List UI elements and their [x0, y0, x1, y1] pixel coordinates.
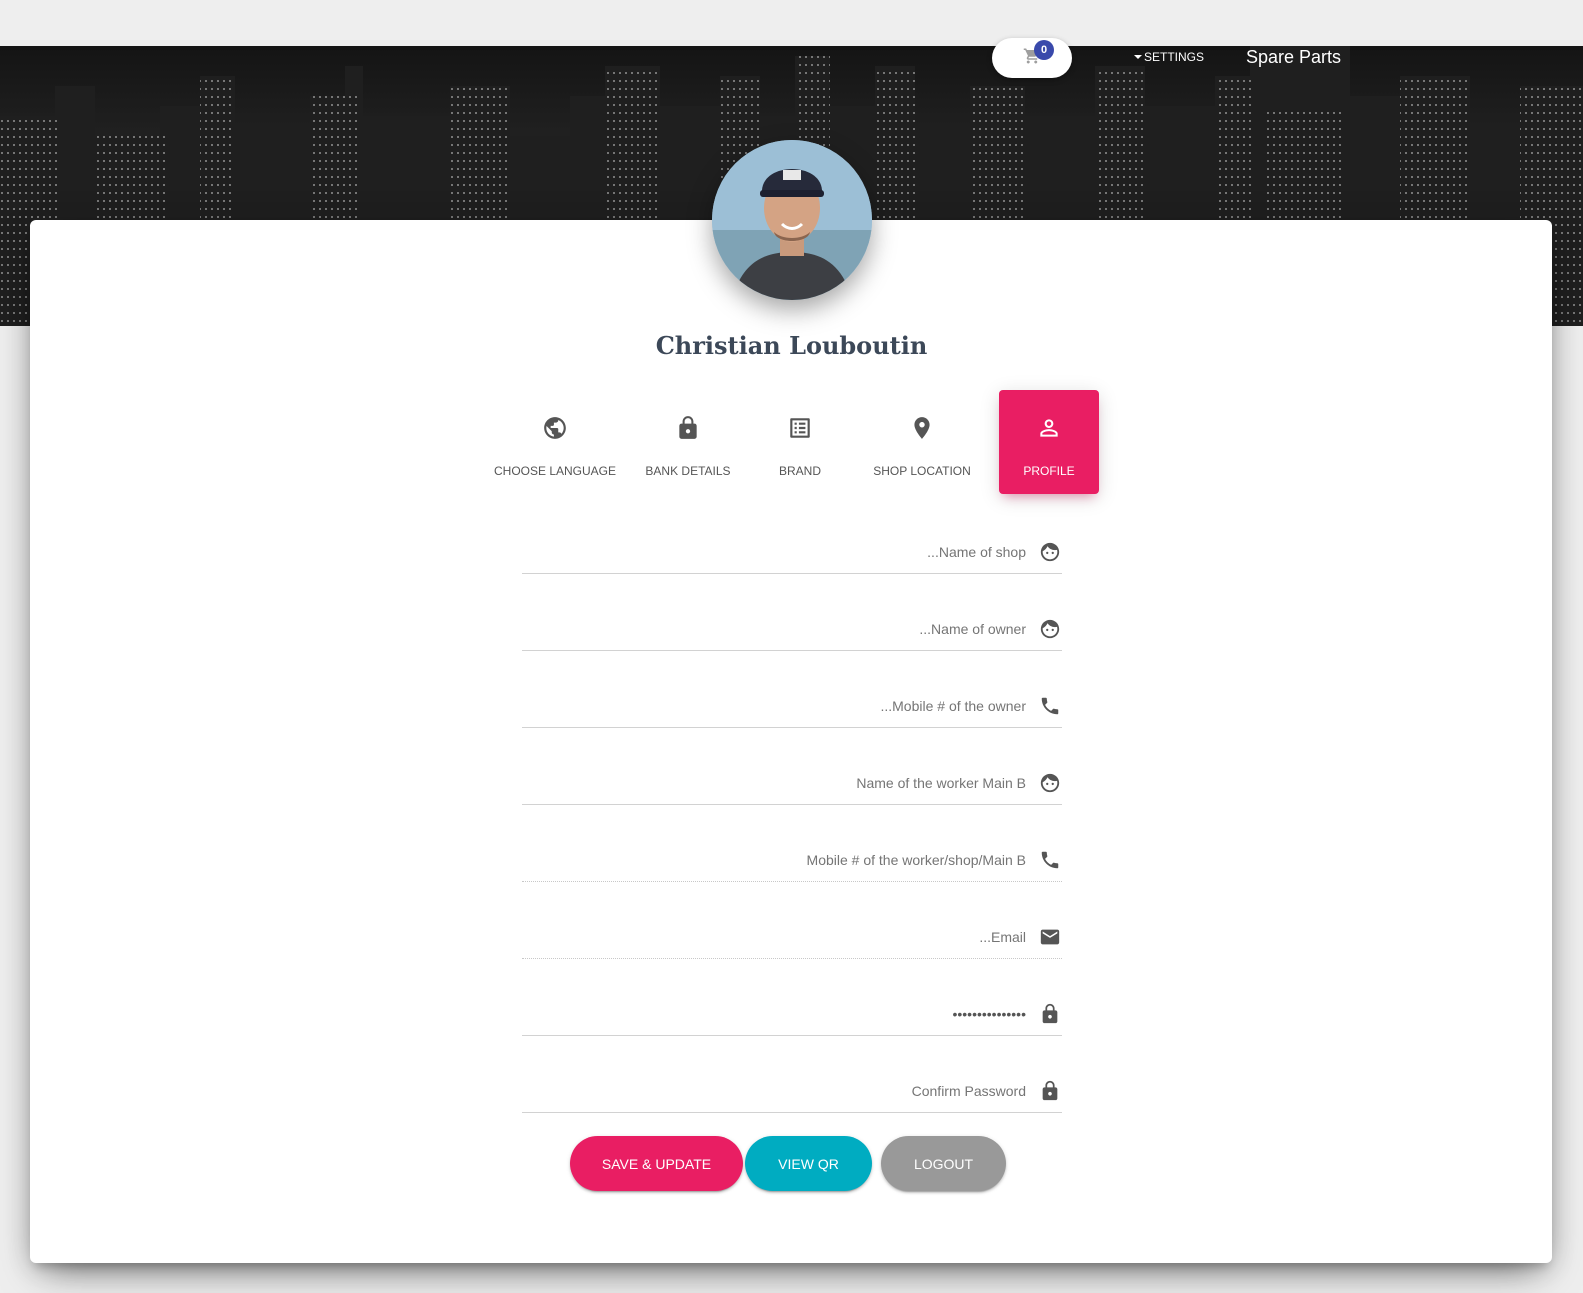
tab-label: BRAND [778, 464, 821, 478]
lock-icon [1038, 1002, 1062, 1026]
cart-button[interactable]: 0 [992, 38, 1072, 78]
save-update-button[interactable]: SAVE & UPDATE [570, 1136, 743, 1191]
globe-icon [539, 412, 571, 444]
tab-label: SHOP LOCATION [873, 464, 971, 478]
logout-button[interactable]: LOGOUT [881, 1136, 1006, 1191]
email-icon [1038, 925, 1062, 949]
tab-brand[interactable]: BRAND [765, 390, 835, 494]
email-field [522, 915, 1062, 959]
person-icon [1033, 412, 1065, 444]
lock-icon [1038, 1079, 1062, 1103]
tab-label: BANK DETAILS [645, 464, 731, 478]
settings-menu[interactable]: SETTINGS [1134, 50, 1204, 64]
owner-name-input[interactable] [586, 620, 1026, 637]
caret-down-icon [1134, 55, 1142, 59]
settings-label: SETTINGS [1144, 50, 1205, 64]
view-qr-button[interactable]: VIEW QR [745, 1136, 872, 1191]
tab-shop-location[interactable]: SHOP LOCATION [866, 390, 978, 494]
lock-icon [672, 412, 704, 444]
email-input[interactable] [586, 928, 1026, 945]
brand-link[interactable]: Spare Parts [1246, 47, 1341, 68]
worker-name-input[interactable] [586, 774, 1026, 791]
cart-count-badge: 0 [1034, 40, 1054, 60]
face-icon [1038, 771, 1062, 795]
profile-name: Christian Louboutin [655, 331, 928, 360]
shop-name-input[interactable] [586, 543, 1026, 560]
top-navbar: 0 SETTINGS Spare Parts [0, 38, 1583, 78]
tab-choose-language[interactable]: CHOOSE LANGUAGE [492, 390, 618, 494]
owner-mobile-field [522, 684, 1062, 728]
worker-mobile-field [522, 838, 1062, 882]
tab-label: PROFILE [1023, 464, 1075, 478]
password-input[interactable]: ••••••••••••••• [586, 1006, 1026, 1022]
phone-icon [1038, 694, 1062, 718]
tab-profile[interactable]: PROFILE [999, 390, 1099, 494]
confirm-password-field [522, 1069, 1062, 1113]
owner-name-field [522, 607, 1062, 651]
password-field: ••••••••••••••• [522, 992, 1062, 1036]
tab-bank-details[interactable]: BANK DETAILS [633, 390, 743, 494]
location-pin-icon [906, 412, 938, 444]
owner-mobile-input[interactable] [586, 697, 1026, 714]
confirm-password-input[interactable] [586, 1082, 1026, 1099]
face-icon [1038, 617, 1062, 641]
avatar [712, 140, 872, 300]
face-icon [1038, 540, 1062, 564]
tab-label: CHOOSE LANGUAGE [493, 464, 617, 478]
list-icon [784, 412, 816, 444]
worker-mobile-input[interactable] [586, 851, 1026, 868]
phone-icon [1038, 848, 1062, 872]
shop-name-field [522, 530, 1062, 574]
worker-name-field [522, 761, 1062, 805]
avatar-image [712, 140, 872, 300]
